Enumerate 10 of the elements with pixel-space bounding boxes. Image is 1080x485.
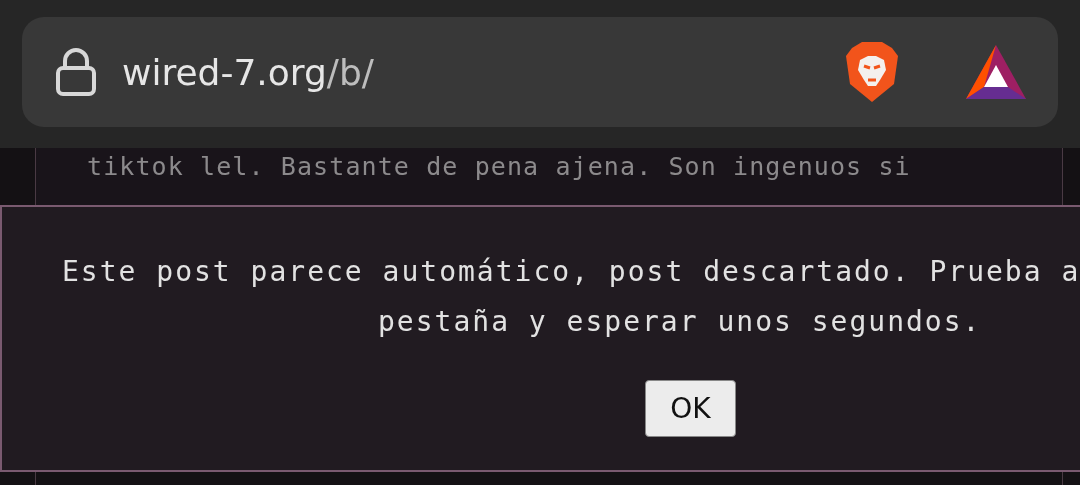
ok-button[interactable]: OK <box>645 380 736 437</box>
url-domain: wired-7.org <box>122 51 327 93</box>
lock-icon <box>54 48 98 96</box>
dialog-message: Este post parece automático, post descartado. Prueba a <box>62 254 1080 290</box>
url-path: /b/ <box>326 51 374 93</box>
dialog-message: pestaña y esperar unos segundos. <box>378 304 982 340</box>
triangle-icon[interactable] <box>964 43 1028 101</box>
address-bar[interactable]: wired-7.org/b/ <box>22 17 1058 127</box>
post-text: tiktok lel. Bastante de pena ajena. Son ingenuos si <box>87 152 911 181</box>
lion-shield-icon[interactable] <box>844 40 900 104</box>
